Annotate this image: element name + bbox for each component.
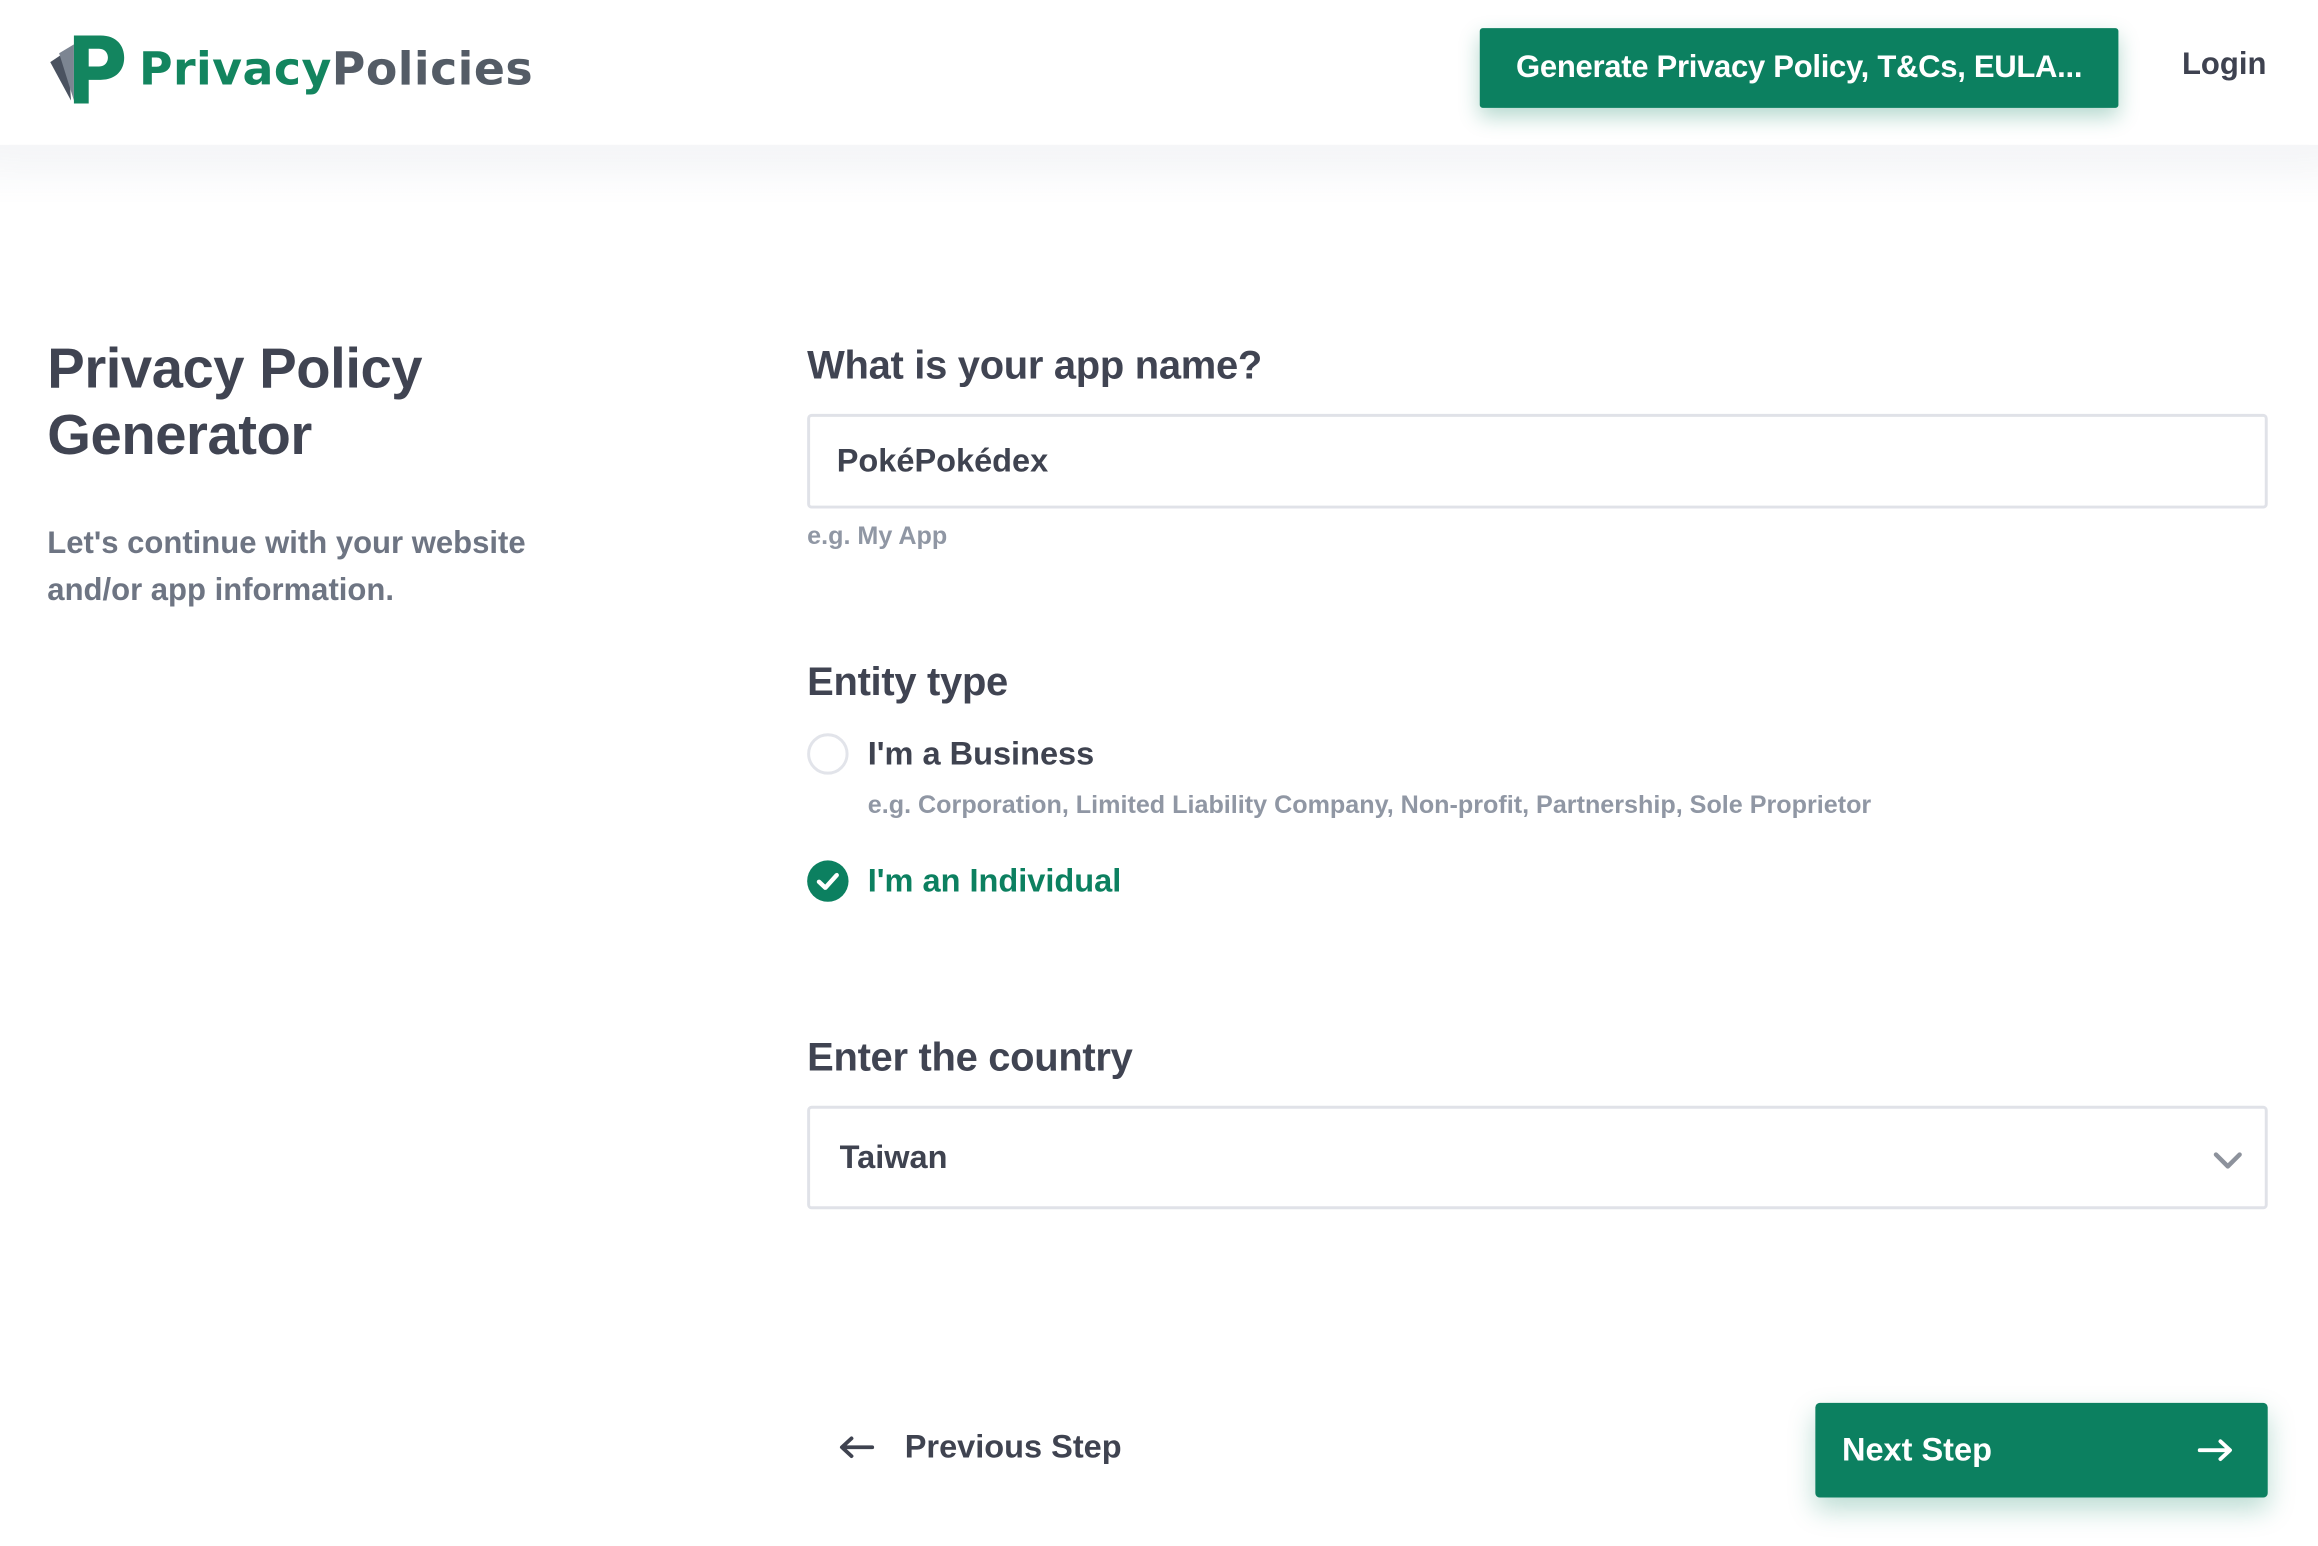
login-link[interactable]: Login — [2182, 47, 2266, 82]
brand-logo[interactable]: PrivacyPolicies — [47, 33, 533, 107]
app-name-label: What is your app name? — [807, 342, 1262, 388]
country-label: Enter the country — [807, 1034, 1133, 1080]
radio-label-individual: I'm an Individual — [867, 861, 1122, 899]
generate-policy-button[interactable]: Generate Privacy Policy, T&Cs, EULA... — [1479, 28, 2119, 108]
page-subtitle: Let's continue with your website and/or … — [47, 526, 526, 608]
arrow-left-icon — [839, 1436, 875, 1459]
country-select-value: Taiwan — [839, 1138, 948, 1176]
arrow-right-icon — [2197, 1439, 2232, 1462]
logo-mark-icon — [47, 33, 130, 107]
radio-checked-icon[interactable] — [807, 860, 849, 902]
brand-name-part2: Policies — [331, 42, 534, 96]
page-title: Privacy Policy Generator — [47, 338, 423, 468]
chevron-down-icon — [2213, 1152, 2242, 1169]
radio-label-business: I'm a Business — [867, 734, 1095, 772]
radio-unchecked-icon[interactable] — [807, 733, 849, 775]
brand-name: PrivacyPolicies — [139, 46, 533, 93]
next-step-button[interactable]: Next Step — [1815, 1402, 2268, 1498]
business-hint: e.g. Corporation, Limited Liability Comp… — [867, 790, 1872, 819]
radio-option-individual[interactable]: I'm an Individual — [807, 860, 1122, 902]
site-header: PrivacyPolicies Generate Privacy Policy,… — [0, 0, 2318, 145]
previous-step-button[interactable]: Previous Step — [837, 1428, 1122, 1466]
header-shadow — [0, 144, 2318, 205]
checkmark-icon — [816, 872, 839, 890]
brand-name-part1: Privacy — [138, 42, 332, 96]
country-select[interactable]: Taiwan — [807, 1105, 2268, 1210]
entity-type-label: Entity type — [807, 659, 1008, 704]
app-name-input[interactable] — [807, 413, 2268, 509]
previous-step-label: Previous Step — [904, 1428, 1122, 1465]
next-step-label: Next Step — [1841, 1430, 1992, 1468]
app-name-hint: e.g. My App — [807, 521, 948, 550]
radio-option-business[interactable]: I'm a Business — [807, 733, 1095, 775]
